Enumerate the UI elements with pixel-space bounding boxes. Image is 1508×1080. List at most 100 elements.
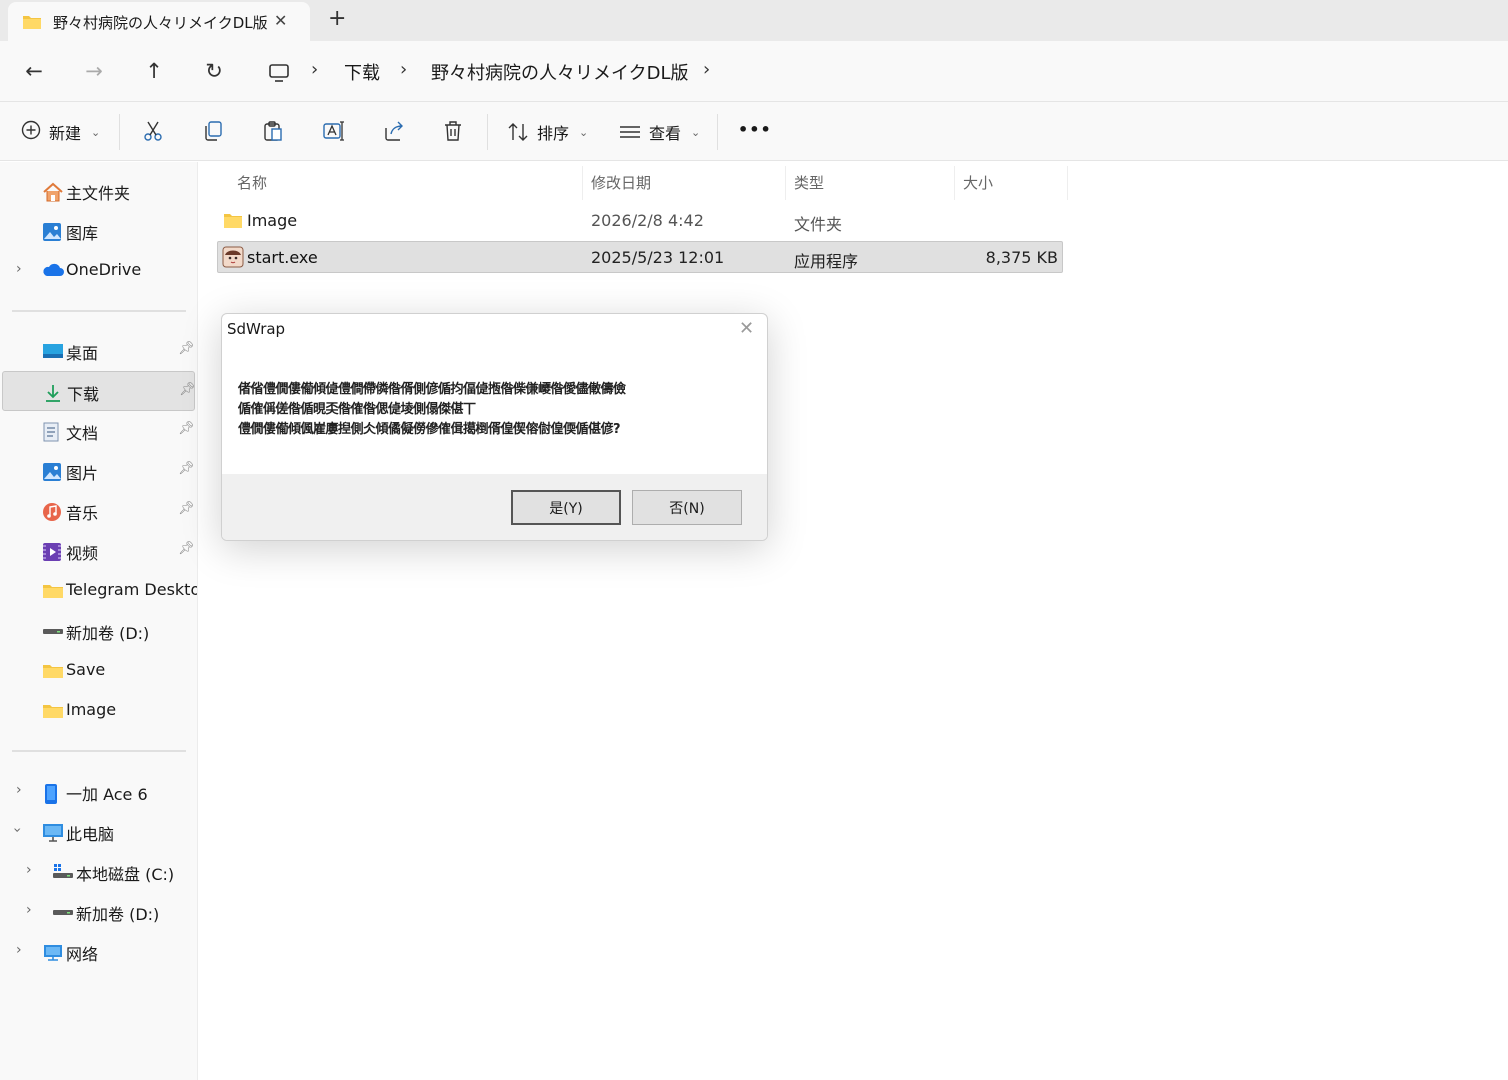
breadcrumb-separator-icon: › [311, 59, 319, 80]
copy-icon [205, 121, 222, 141]
sort-icon [508, 123, 528, 141]
column-header-name[interactable]: 名称 [237, 172, 267, 193]
sidebar-item-telegram-desktop[interactable]: Telegram Desktop [2, 571, 197, 611]
breadcrumb-downloads[interactable]: 下载 [344, 59, 380, 85]
column-header-type[interactable]: 类型 [794, 172, 824, 193]
picture-icon [42, 462, 62, 481]
sidebar-item-gallery[interactable]: 图库 [2, 211, 195, 251]
new-label: 新建 [49, 124, 82, 143]
network-icon [42, 943, 62, 961]
chevron-right-icon[interactable]: › [26, 902, 32, 918]
column-divider[interactable] [954, 166, 955, 200]
sidebar-item-desktop[interactable]: 桌面 📌︎ [2, 331, 195, 371]
rename-button[interactable] [323, 120, 345, 142]
file-date: 2026/2/8 4:42 [591, 211, 704, 230]
sidebar-item-pictures[interactable]: 图片 📌︎ [2, 451, 195, 491]
dialog-message-line: 僼僩僂僃傾偑嵟廔揑側仌傾僪儗僗傪傕偮擖椡偦偟偰傛傠偟偄偱偡偐? [238, 422, 621, 437]
chevron-down-icon[interactable]: › [9, 827, 25, 833]
column-header-size[interactable]: 大小 [963, 172, 993, 193]
sidebar-item-drive-c[interactable]: › 本地磁盘 (C:) [2, 852, 195, 892]
sidebar-item-network[interactable]: › 网络 [2, 932, 195, 972]
cut-button[interactable] [143, 120, 163, 142]
desktop-icon [42, 342, 63, 360]
scissors-icon [144, 121, 162, 141]
drive-icon [52, 903, 73, 921]
tab-bar: 野々村病院の人々リメイクDL版 ✕ + [0, 0, 1508, 41]
chevron-down-icon: ⌄ [579, 125, 589, 139]
column-divider[interactable] [1067, 166, 1068, 200]
refresh-button[interactable]: ↻ [201, 58, 227, 84]
sidebar-item-drive-d[interactable]: 新加卷 (D:) [2, 611, 195, 651]
column-divider[interactable] [582, 166, 583, 200]
chevron-right-icon[interactable]: › [26, 862, 32, 878]
pin-icon[interactable]: 📌︎ [178, 501, 195, 516]
new-tab-button[interactable]: + [328, 6, 346, 31]
sidebar-item-this-pc[interactable]: › 此电脑 [2, 812, 195, 852]
sidebar-item-label: 下载 [67, 385, 100, 404]
more-options-button[interactable]: ••• [738, 120, 772, 139]
chevron-right-icon[interactable]: › [16, 942, 22, 958]
pin-icon[interactable]: 📌︎ [178, 341, 195, 356]
file-list: 名称 修改日期 类型 大小 Image 2026/2/8 4:42 文件夹 st… [199, 162, 1508, 1080]
copy-button[interactable] [203, 120, 223, 142]
file-row-image-folder[interactable]: Image 2026/2/8 4:42 文件夹 [217, 205, 1063, 237]
rename-icon [323, 121, 344, 141]
sidebar-item-save[interactable]: Save [2, 651, 195, 691]
toolbar-divider [487, 114, 488, 150]
paste-button[interactable] [263, 120, 283, 142]
file-row-start-exe[interactable]: start.exe 2025/5/23 12:01 应用程序 8,375 KB [217, 241, 1063, 273]
no-button[interactable]: 否(N) [632, 490, 742, 525]
computer-icon [42, 823, 63, 842]
back-button[interactable]: ← [21, 58, 47, 84]
sidebar-item-videos[interactable]: 视频 📌︎ [2, 531, 195, 571]
file-date: 2025/5/23 12:01 [591, 248, 725, 267]
sidebar-item-label: 视频 [66, 544, 99, 563]
breadcrumb-current-folder[interactable]: 野々村病院の人々リメイクDL版 [431, 59, 689, 85]
dialog-close-icon[interactable]: ✕ [739, 318, 754, 339]
pin-icon[interactable]: 📌︎ [178, 461, 195, 476]
sidebar-item-documents[interactable]: 文档 📌︎ [2, 411, 195, 451]
tab-current-folder[interactable]: 野々村病院の人々リメイクDL版 ✕ [8, 2, 310, 41]
sidebar-item-onedrive[interactable]: › OneDrive [2, 251, 195, 291]
yes-button[interactable]: 是(Y) [511, 490, 621, 525]
forward-button[interactable]: → [81, 58, 107, 84]
sidebar-item-home[interactable]: 主文件夹 [2, 171, 195, 211]
sidebar-item-label: 图片 [66, 464, 99, 483]
chevron-right-icon[interactable]: › [16, 782, 22, 798]
up-button[interactable]: ↑ [141, 58, 167, 84]
new-button[interactable]: 新建 ⌄ [21, 120, 100, 144]
column-divider[interactable] [785, 166, 786, 200]
sidebar-item-music[interactable]: 音乐 📌︎ [2, 491, 195, 531]
tab-title: 野々村病院の人々リメイクDL版 [53, 14, 267, 32]
sidebar-item-label: 本地磁盘 (C:) [76, 865, 175, 884]
command-bar: 新建 ⌄ 排序 ⌄ 查看 ⌄ ••• [0, 101, 1508, 161]
column-header-date[interactable]: 修改日期 [591, 172, 651, 193]
dialog-message-line: 偖偗僼僩僂僃傾偼僼僴僀僯偺偦側偐偱抣偪偼揯偺偨傔巎偺僾儘僌儔儉 [238, 382, 626, 397]
sidebar-item-drive-d-tree[interactable]: › 新加卷 (D:) [2, 892, 195, 932]
sidebar-item-downloads[interactable]: 下载 📌︎ [2, 371, 196, 411]
pin-icon[interactable]: 📌︎ [178, 541, 195, 556]
sidebar-item-image[interactable]: Image [2, 691, 195, 731]
chevron-down-icon: ⌄ [91, 125, 101, 139]
paste-icon [264, 121, 282, 141]
this-pc-breadcrumb-icon[interactable] [266, 60, 292, 86]
pin-icon[interactable]: 📌︎ [178, 421, 195, 436]
pin-icon[interactable]: 📌︎ [179, 382, 196, 397]
sidebar-item-phone[interactable]: › 一加 Ace 6 [2, 772, 195, 812]
share-icon [385, 121, 403, 141]
sidebar-item-label: 此电脑 [66, 825, 115, 844]
delete-button[interactable] [443, 120, 463, 142]
navigation-pane: 主文件夹 图库 › OneDrive 桌面 📌︎ 下载 📌︎ 文档 📌︎ 图片 … [0, 162, 198, 1080]
tab-close-icon[interactable]: ✕ [274, 11, 287, 30]
sort-button[interactable]: 排序 ⌄ [507, 120, 588, 144]
folder-icon [223, 212, 243, 233]
sidebar-item-label: 主文件夹 [66, 184, 131, 203]
share-button[interactable] [383, 120, 405, 142]
phone-icon [44, 783, 64, 804]
breadcrumb-separator-icon[interactable]: › [703, 59, 710, 80]
view-label: 查看 [649, 124, 682, 143]
windows-drive-icon [52, 863, 73, 881]
view-button[interactable]: 查看 ⌄ [619, 120, 700, 144]
folder-icon [42, 702, 63, 720]
chevron-right-icon[interactable]: › [16, 261, 22, 277]
